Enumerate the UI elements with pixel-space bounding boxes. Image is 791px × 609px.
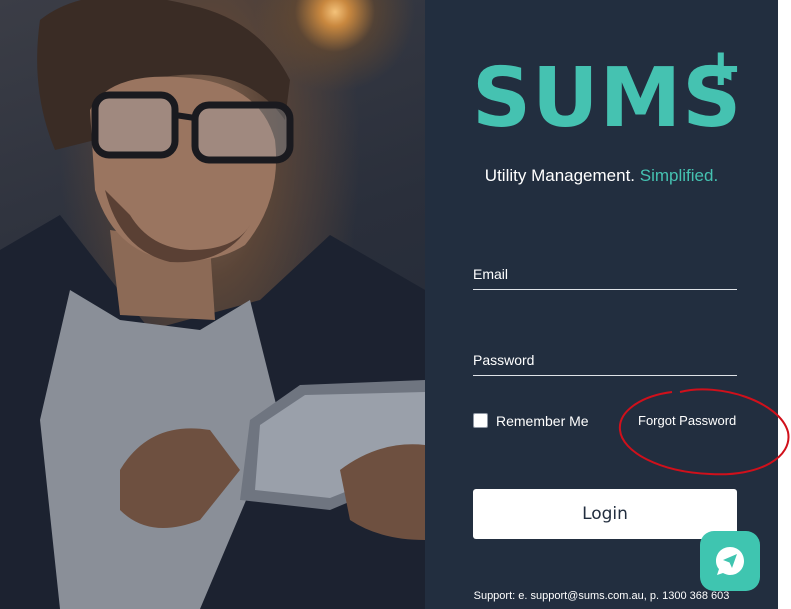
logo-plus-mark: + (699, 38, 743, 98)
hero-photo-illustration (0, 0, 425, 609)
email-field[interactable] (473, 262, 737, 288)
password-field[interactable] (473, 348, 737, 374)
password-underline (473, 375, 737, 376)
chat-widget-button[interactable] (700, 531, 760, 591)
tagline: Utility Management. Simplified. (425, 166, 778, 186)
remember-me-checkbox[interactable] (473, 413, 488, 428)
tagline-accent: Simplified. (639, 166, 719, 185)
login-button[interactable]: Login (473, 489, 737, 539)
hero-image (0, 0, 425, 609)
remember-me-label[interactable]: Remember Me (496, 413, 589, 429)
email-underline (473, 289, 737, 290)
send-message-icon (716, 547, 744, 575)
tagline-main: Utility Management. (484, 166, 636, 185)
support-contact: Support: e. support@sums.com.au, p. 1300… (473, 590, 730, 602)
annotation-circle (618, 388, 790, 476)
